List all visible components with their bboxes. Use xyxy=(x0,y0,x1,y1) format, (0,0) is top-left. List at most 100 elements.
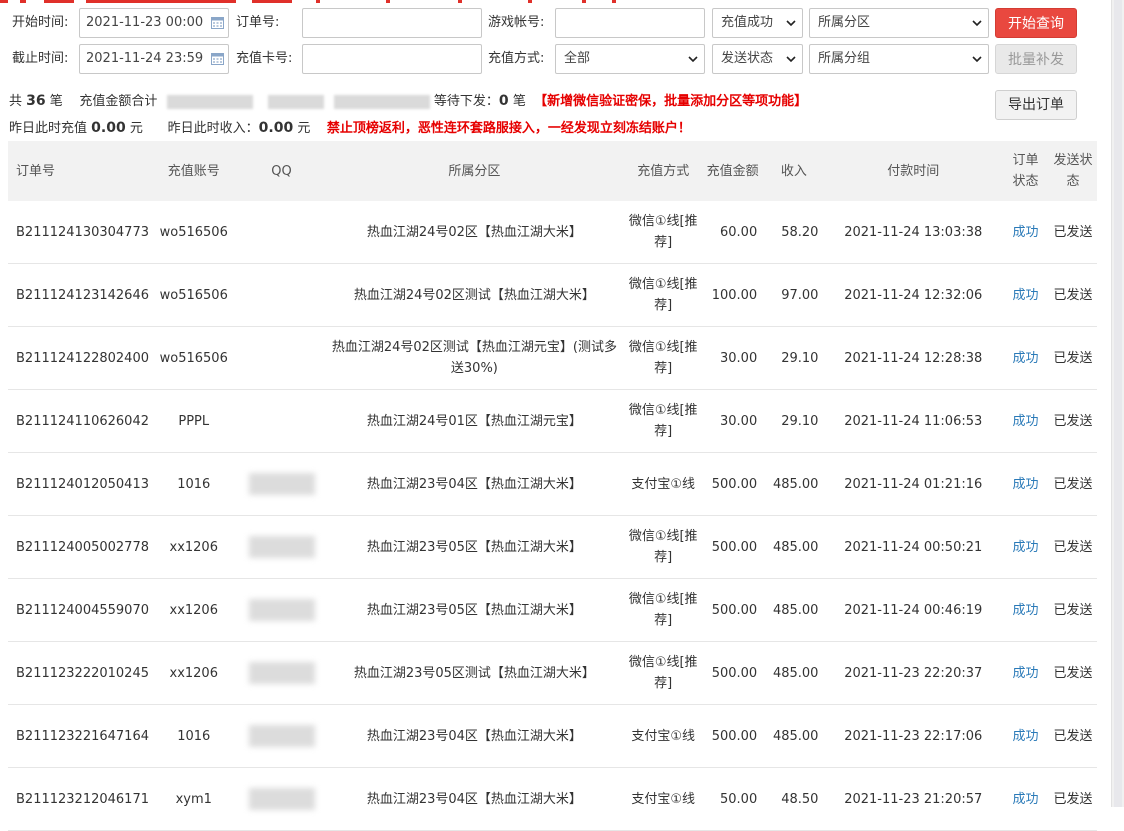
chevron-down-icon xyxy=(688,56,698,63)
yesterday-recharge-label: 昨日此时充值 xyxy=(9,121,88,136)
order-status-link[interactable]: 成功 xyxy=(1012,729,1038,744)
cell-income: 48.50 xyxy=(763,767,825,831)
order-status-link[interactable]: 成功 xyxy=(1012,792,1038,807)
cell-income: 97.00 xyxy=(763,263,825,327)
header-qq: QQ xyxy=(238,141,325,201)
cell-send-status: 已发送 xyxy=(1048,704,1097,768)
cell-pay-time: 2021-11-24 12:32:06 xyxy=(824,263,1003,327)
order-no-input[interactable] xyxy=(302,8,482,38)
card-no-input[interactable] xyxy=(302,44,482,74)
cell-order-no: B211124123142646 xyxy=(8,263,149,327)
redacted-qq xyxy=(248,536,315,558)
summary-line-1: 共 36 笔 充值金额合计 等待下发：0 笔 【新增微信验证密保，批量添加分区等… xyxy=(9,91,807,112)
cell-qq xyxy=(238,704,325,768)
cell-income: 485.00 xyxy=(763,641,825,705)
send-status-select[interactable]: 发送状态 xyxy=(712,44,803,74)
cell-account: xx1206 xyxy=(148,578,239,642)
cell-income: 58.20 xyxy=(763,201,825,264)
cell-account: xx1206 xyxy=(148,515,239,579)
cell-pay-time: 2021-11-23 22:20:37 xyxy=(824,641,1003,705)
cell-zone: 热血江湖24号01区【热血江湖元宝】 xyxy=(324,389,625,453)
header-income: 收入 xyxy=(763,141,825,201)
redacted-amount xyxy=(267,94,324,109)
yesterday-income-value: 0.00 xyxy=(258,120,294,136)
cell-account: PPPL xyxy=(148,389,239,453)
cell-method: 微信①线[推荐] xyxy=(624,326,702,390)
cell-send-status: 已发送 xyxy=(1048,767,1097,831)
cell-method: 微信①线[推荐] xyxy=(624,263,702,327)
cell-zone: 热血江湖24号02区测试【热血江湖大米】 xyxy=(324,263,625,327)
header-send-status: 发送状态 xyxy=(1048,141,1097,201)
cell-qq xyxy=(238,515,325,579)
chevron-down-icon xyxy=(786,20,796,27)
amount-total-label: 充值金额合计 xyxy=(79,94,158,109)
header-amount: 充值金额 xyxy=(701,141,764,201)
order-status-link[interactable]: 成功 xyxy=(1012,288,1038,303)
cell-method: 支付宝①线 xyxy=(624,452,702,516)
order-status-link[interactable]: 成功 xyxy=(1012,351,1038,366)
recharge-status-select[interactable]: 充值成功 xyxy=(712,8,803,38)
order-status-link[interactable]: 成功 xyxy=(1012,603,1038,618)
scrollbar-thumb[interactable] xyxy=(1114,0,1122,807)
header-method: 充值方式 xyxy=(624,141,702,201)
cell-amount: 500.00 xyxy=(701,515,764,579)
order-status-link[interactable]: 成功 xyxy=(1012,540,1038,555)
table-row: B211124005002778 xx1206 热血江湖23号05区【热血江湖大米】… xyxy=(8,515,1097,579)
cell-account: wo516506 xyxy=(148,326,239,390)
cell-order-status: 成功 xyxy=(1002,641,1049,705)
cell-qq xyxy=(238,578,325,642)
cell-order-no: B211124122802400 xyxy=(8,326,149,390)
cell-pay-time: 2021-11-23 22:17:06 xyxy=(824,704,1003,768)
table-row: B211124122802400 wo516506 热血江湖24号02区测试【热血江… xyxy=(8,326,1097,390)
cell-method: 支付宝①线 xyxy=(624,704,702,768)
end-time-field[interactable]: 2021-11-24 23:59 xyxy=(79,44,229,74)
cell-order-status: 成功 xyxy=(1002,263,1049,327)
vertical-scrollbar[interactable] xyxy=(1111,0,1124,807)
table-row: B211124110626042 PPPL 热血江湖24号01区【热血江湖元宝】 微信… xyxy=(8,389,1097,453)
header-order-no: 订单号 xyxy=(8,141,149,201)
cell-order-no: B211124130304773 xyxy=(8,201,149,264)
order-status-link[interactable]: 成功 xyxy=(1012,666,1038,681)
cell-qq xyxy=(238,767,325,831)
cell-amount: 500.00 xyxy=(701,641,764,705)
table-row: B211124012050413 1016 热血江湖23号04区【热血江湖大米】 支付… xyxy=(8,452,1097,516)
cell-zone: 热血江湖23号05区【热血江湖大米】 xyxy=(324,515,625,579)
cell-zone: 热血江湖23号04区【热血江湖大米】 xyxy=(324,452,625,516)
game-account-input[interactable] xyxy=(555,8,705,38)
pay-method-label: 充值方式: xyxy=(488,51,545,66)
order-status-link[interactable]: 成功 xyxy=(1012,477,1038,492)
cell-amount: 30.00 xyxy=(701,389,764,453)
cell-amount: 500.00 xyxy=(701,578,764,642)
cell-account: xym1 xyxy=(148,767,239,831)
search-button[interactable]: 开始查询 xyxy=(995,8,1077,38)
pay-method-select[interactable]: 全部 xyxy=(555,44,705,74)
cell-income: 29.10 xyxy=(763,326,825,390)
total-prefix: 共 xyxy=(9,94,23,109)
pending-unit: 笔 xyxy=(512,94,526,109)
card-no-label: 充值卡号: xyxy=(236,51,293,66)
cell-method: 微信①线[推荐] xyxy=(624,201,702,264)
zone-select[interactable]: 所属分区 xyxy=(809,8,989,38)
cell-zone: 热血江湖23号04区【热血江湖大米】 xyxy=(324,767,625,831)
zone-select-value: 所属分区 xyxy=(818,15,871,30)
yesterday-income-label: 昨日此时收入： xyxy=(167,121,259,136)
batch-resend-button[interactable]: 批量补发 xyxy=(995,44,1077,74)
cell-pay-time: 2021-11-24 11:06:53 xyxy=(824,389,1003,453)
redacted-qq xyxy=(248,473,315,495)
cell-order-status: 成功 xyxy=(1002,578,1049,642)
order-status-link[interactable]: 成功 xyxy=(1012,414,1038,429)
cell-amount: 500.00 xyxy=(701,704,764,768)
export-orders-button[interactable]: 导出订单 xyxy=(995,90,1077,120)
top-cutoff-strip xyxy=(0,0,1112,4)
end-time-value: 2021-11-24 23:59 xyxy=(86,51,204,66)
end-time-label: 截止时间: xyxy=(12,51,69,66)
order-status-link[interactable]: 成功 xyxy=(1012,225,1038,240)
cell-qq xyxy=(238,201,325,264)
cell-send-status: 已发送 xyxy=(1048,641,1097,705)
cell-pay-time: 2021-11-24 13:03:38 xyxy=(824,201,1003,264)
table-row: B211124004559070 xx1206 热血江湖23号05区【热血江湖大米】… xyxy=(8,578,1097,642)
start-time-field[interactable]: 2021-11-23 00:00 xyxy=(79,8,229,38)
cell-zone: 热血江湖23号04区【热血江湖大米】 xyxy=(324,704,625,768)
table-row: B211124130304773 wo516506 热血江湖24号02区【热血江湖大… xyxy=(8,201,1097,264)
group-select[interactable]: 所属分组 xyxy=(809,44,989,74)
